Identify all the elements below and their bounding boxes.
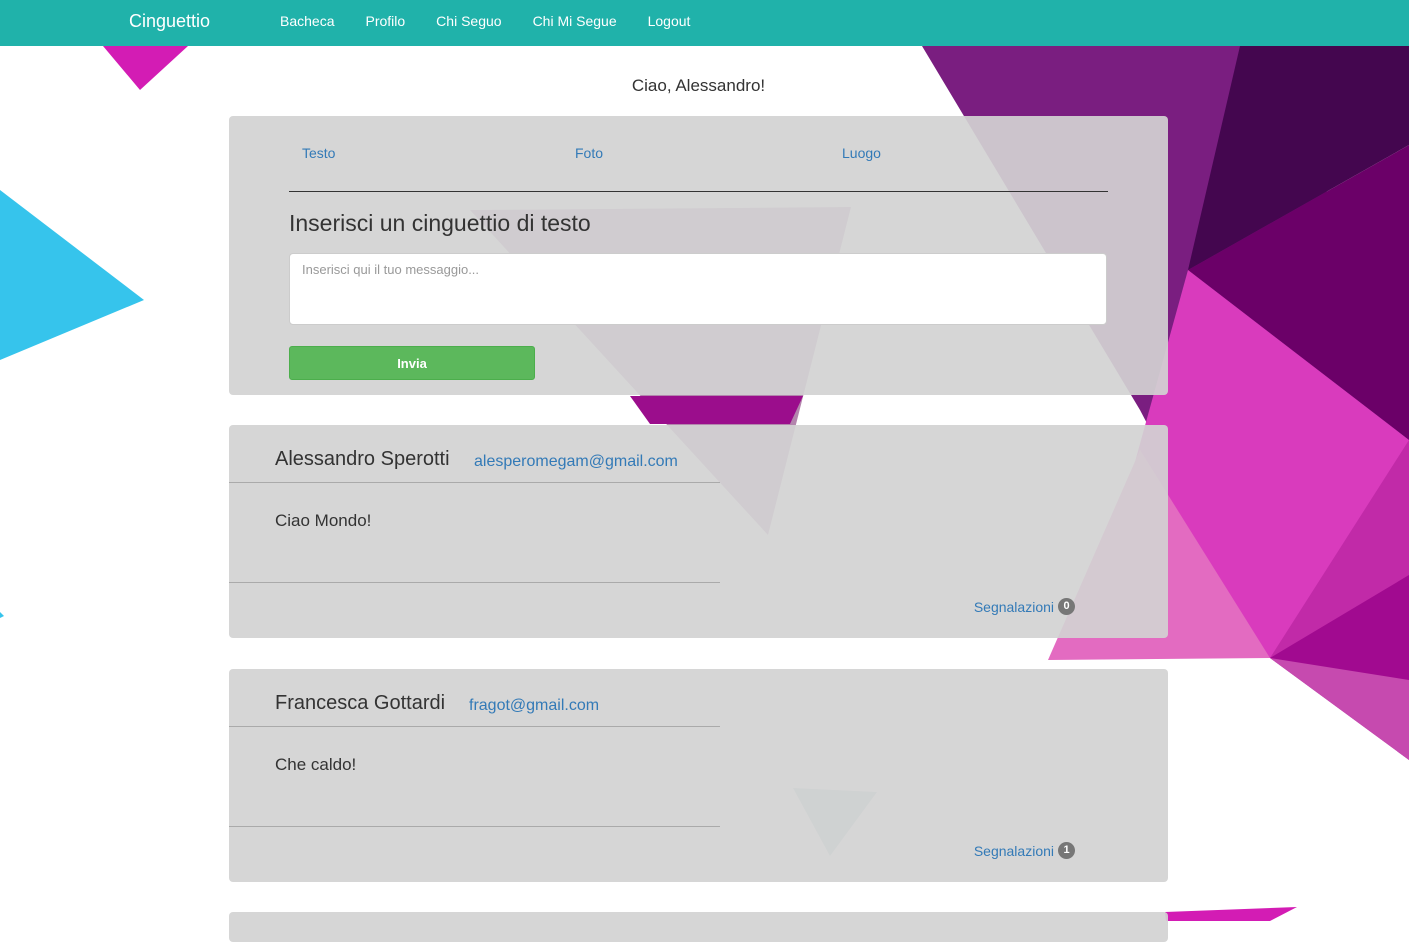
- nav-bacheca[interactable]: Bacheca: [280, 13, 334, 29]
- tab-foto[interactable]: Foto: [575, 145, 603, 161]
- nav-links: Bacheca Profilo Chi Seguo Chi Mi Segue L…: [280, 13, 721, 29]
- post-header: Francesca Gottardi fragot@gmail.com: [229, 669, 720, 727]
- reports-count-badge: 1: [1058, 842, 1075, 859]
- post-card: Alessandro Sperotti alesperomegam@gmail.…: [229, 425, 1168, 638]
- post-divider: [229, 826, 720, 827]
- post-header: Alessandro Sperotti alesperomegam@gmail.…: [229, 425, 720, 483]
- message-input[interactable]: [289, 253, 1107, 325]
- tab-luogo[interactable]: Luogo: [842, 145, 881, 161]
- nav-chi-seguo[interactable]: Chi Seguo: [436, 13, 501, 29]
- tab-testo[interactable]: Testo: [302, 145, 335, 161]
- post-text: Che caldo!: [275, 755, 357, 774]
- composer-panel: Testo Foto Luogo Inserisci un cinguettio…: [229, 116, 1168, 395]
- reports-label: Segnalazioni: [973, 842, 1054, 859]
- reports-count-badge: 0: [1058, 598, 1075, 615]
- send-button[interactable]: Invia: [289, 346, 535, 380]
- post-card: Francesca Gottardi fragot@gmail.com Che …: [229, 669, 1168, 882]
- post-author: Alessandro Sperotti: [275, 448, 450, 470]
- reports-link[interactable]: Segnalazioni 0: [974, 598, 1075, 615]
- reports-link[interactable]: Segnalazioni 1: [974, 842, 1075, 859]
- nav-profilo[interactable]: Profilo: [365, 13, 405, 29]
- post-divider: [229, 582, 720, 583]
- composer-title: Inserisci un cinguettio di testo: [289, 210, 591, 236]
- top-navbar: Cinguettio Bacheca Profilo Chi Seguo Chi…: [0, 0, 1409, 46]
- post-text: Ciao Mondo!: [275, 511, 372, 530]
- brand-logo[interactable]: Cinguettio: [129, 11, 210, 32]
- post-card-partial: [229, 912, 1168, 942]
- post-author-email[interactable]: alesperomegam@gmail.com: [474, 453, 678, 471]
- composer-tabs: Testo Foto Luogo: [289, 144, 1108, 192]
- nav-chi-mi-segue[interactable]: Chi Mi Segue: [533, 13, 617, 29]
- post-author-email[interactable]: fragot@gmail.com: [469, 697, 599, 715]
- reports-label: Segnalazioni: [973, 598, 1054, 615]
- nav-logout[interactable]: Logout: [648, 13, 691, 29]
- post-author: Francesca Gottardi: [275, 692, 446, 714]
- greeting-text: Ciao, Alessandro!: [631, 76, 766, 95]
